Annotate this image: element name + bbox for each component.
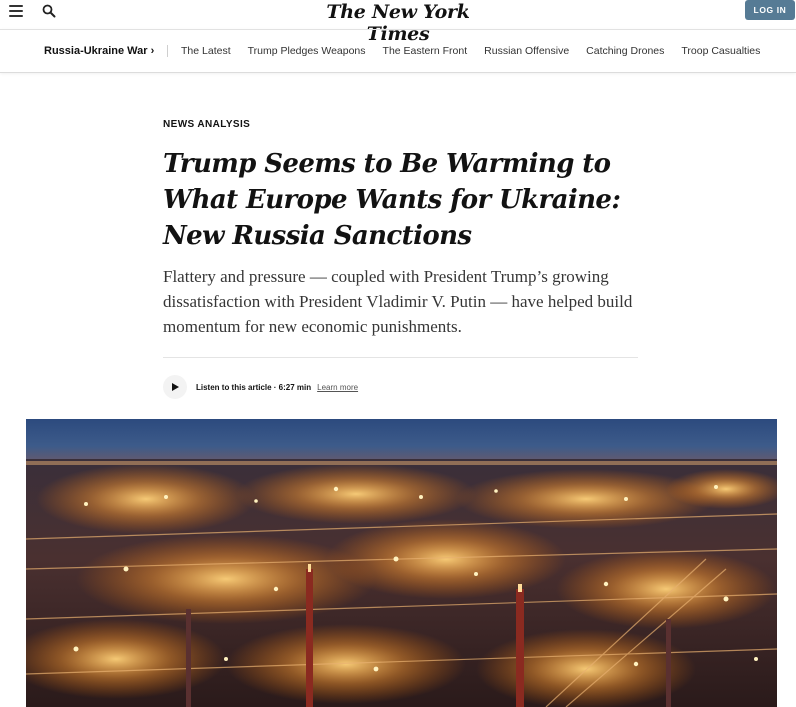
nav-section-title[interactable]: Russia-Ukraine War › [44, 45, 154, 57]
menu-icon[interactable] [9, 5, 23, 19]
divider [163, 357, 638, 358]
article-summary: Flattery and pressure — coupled with Pre… [163, 267, 633, 336]
top-bar: The New York Times LOG IN [0, 0, 796, 45]
nav-item-catching-drones[interactable]: Catching Drones [586, 45, 664, 57]
hero-image [26, 419, 777, 707]
search-icon[interactable] [42, 4, 56, 18]
article-kicker: NEWS ANALYSIS [163, 119, 251, 130]
nav-item-the-latest[interactable]: The Latest [181, 45, 231, 57]
nav-items: The Latest Trump Pledges Weapons The Eas… [181, 45, 760, 57]
section-nav: Russia-Ukraine War › The Latest Trump Pl… [0, 29, 796, 73]
nav-item-eastern-front[interactable]: The Eastern Front [383, 45, 468, 57]
nav-item-trump-pledges-weapons[interactable]: Trump Pledges Weapons [248, 45, 366, 57]
login-button[interactable]: LOG IN [745, 0, 795, 20]
nav-divider [167, 45, 168, 57]
learn-more-link[interactable]: Learn more [317, 383, 358, 392]
nav-item-russian-offensive[interactable]: Russian Offensive [484, 45, 569, 57]
listen-label: Listen to this article · 6:27 min [196, 382, 312, 392]
play-audio-button[interactable] [163, 375, 187, 399]
listen-to-article: Listen to this article · 6:27 min Learn … [163, 375, 358, 399]
play-icon [172, 383, 179, 391]
nav-item-troop-casualties[interactable]: Troop Casualties [681, 45, 760, 57]
article-headline: Trump Seems to Be Warming to What Europe… [163, 149, 621, 251]
